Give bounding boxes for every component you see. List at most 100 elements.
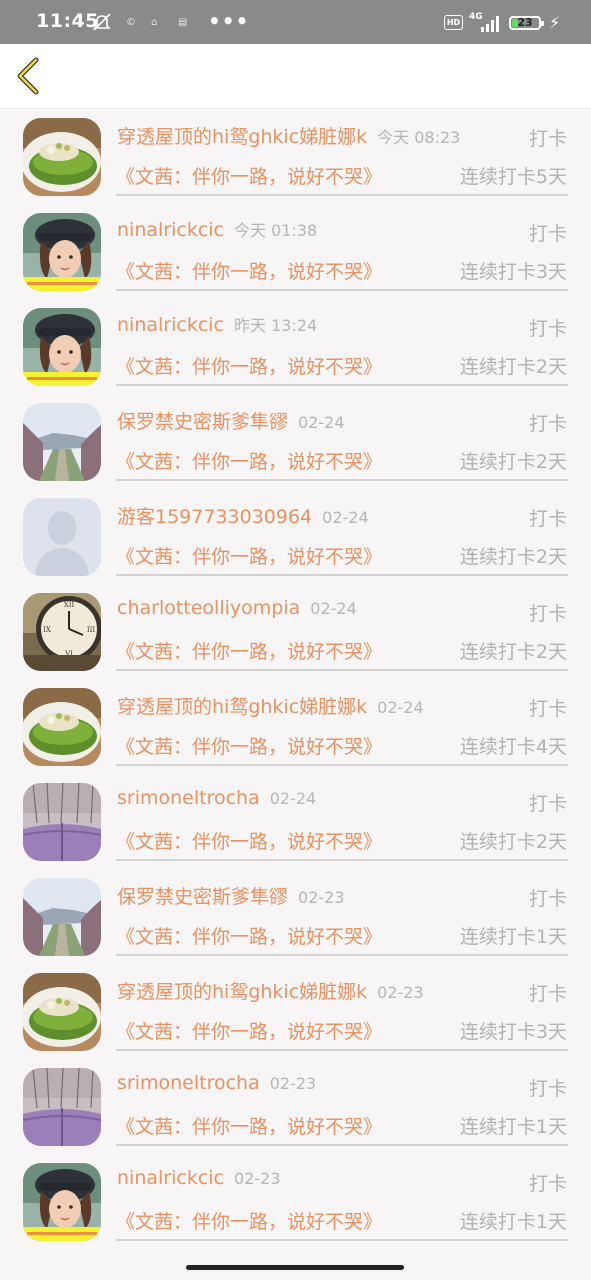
username[interactable]: 保罗禁史密斯爹隼豂 — [117, 886, 288, 908]
timestamp: 02-23 — [298, 888, 345, 907]
divider — [116, 479, 568, 481]
list-item[interactable]: 游客1597733030964 02-24 打卡《文茜：伴你一路，说好不哭》 连续打卡… — [0, 489, 591, 584]
list-item[interactable]: 保罗禁史密斯爹隼豂 02-23 打卡 《文茜：伴你一路，说好不哭》 连续打卡1天 — [0, 869, 591, 964]
list-item[interactable]: 保罗禁史密斯爹隼豂 02-24 打卡 《文茜：伴你一路，说好不哭》 连续打卡2天 — [0, 394, 591, 489]
streak-count: 连续打卡3天 — [459, 261, 567, 283]
divider — [116, 764, 568, 766]
streak-count: 连续打卡2天 — [459, 641, 567, 663]
username[interactable]: 穿透屋顶的hi鸳ghkic娣脏娜k — [117, 981, 367, 1003]
username[interactable]: 游客1597733030964 — [117, 506, 312, 528]
username[interactable]: ninalrickcic — [117, 1167, 224, 1189]
streak-count: 连续打卡5天 — [459, 166, 567, 188]
avatar[interactable] — [23, 783, 101, 861]
book-title[interactable]: 《文茜：伴你一路，说好不哭》 — [116, 447, 382, 474]
list-item[interactable]: ninalrickcic 昨天 13:24 打卡《文茜：伴你一路，说好不哭》 连续打卡… — [0, 299, 591, 394]
avatar[interactable] — [23, 118, 101, 196]
action-label: 打卡 — [528, 223, 567, 245]
avatar[interactable] — [23, 973, 101, 1051]
username[interactable]: 保罗禁史密斯爹隼豂 — [117, 411, 288, 433]
svg-text:IX: IX — [43, 626, 51, 634]
top-nav-bar — [0, 44, 591, 109]
list-item[interactable]: XII III VI IX charlotteolliyompia 02-24 打卡 《文… — [0, 584, 591, 679]
book-title[interactable]: 《文茜：伴你一路，说好不哭》 — [116, 732, 382, 759]
mute-icon — [93, 13, 111, 31]
more-notifications-icon: ••• — [208, 9, 250, 33]
action-label: 打卡 — [528, 318, 567, 340]
notification-icon: © — [126, 17, 136, 28]
chevron-left-icon[interactable] — [12, 56, 44, 96]
list-item[interactable]: 穿透屋顶的hi鸳ghkic娣脏娜k 今天 08:23 打卡 《文茜：伴你一路，说好不哭… — [0, 109, 591, 204]
divider — [116, 1239, 568, 1241]
avatar[interactable] — [23, 1068, 101, 1146]
username-line: ninalrickcic 昨天 13:24 — [117, 312, 317, 336]
book-title[interactable]: 《文茜：伴你一路，说好不哭》 — [116, 542, 382, 569]
avatar[interactable] — [23, 1163, 101, 1241]
username[interactable]: 穿透屋顶的hi鸳ghkic娣脏娜k — [117, 126, 367, 148]
home-indicator[interactable] — [186, 1265, 404, 1270]
username[interactable]: charlotteolliyompia — [117, 597, 300, 619]
divider — [116, 1144, 568, 1146]
avatar[interactable] — [23, 308, 101, 386]
book-title[interactable]: 《文茜：伴你一路，说好不哭》 — [116, 257, 382, 284]
streak-count: 连续打卡2天 — [459, 356, 567, 378]
svg-text:III: III — [87, 626, 96, 634]
username[interactable]: 穿透屋顶的hi鸳ghkic娣脏娜k — [117, 696, 367, 718]
list-item[interactable]: 穿透屋顶的hi鸳ghkic娣脏娜k 02-23 打卡 《文茜：伴你一路，说好不哭》 连续… — [0, 964, 591, 1059]
username[interactable]: srimoneltrocha — [117, 1072, 260, 1094]
streak-count: 连续打卡1天 — [459, 926, 567, 948]
book-title[interactable]: 《文茜：伴你一路，说好不哭》 — [116, 1017, 382, 1044]
username-line: 游客1597733030964 02-24 — [117, 502, 369, 529]
username[interactable]: ninalrickcic — [117, 219, 224, 241]
book-title[interactable]: 《文茜：伴你一路，说好不哭》 — [116, 827, 382, 854]
notification-icon: ▤ — [178, 17, 188, 28]
list-item[interactable]: ninalrickcic 今天 01:38 打卡 《文茜：伴你一路，说好不哭》 连续打卡… — [0, 204, 591, 299]
username-line: 穿透屋顶的hi鸳ghkic娣脏娜k 02-24 — [117, 692, 424, 719]
timestamp: 02-24 — [322, 508, 369, 527]
username-line: srimoneltrocha 02-23 — [117, 1072, 316, 1094]
book-title[interactable]: 《文茜：伴你一路，说好不哭》 — [116, 1112, 382, 1139]
username-line: 保罗禁史密斯爹隼豂 02-24 — [117, 407, 345, 434]
avatar[interactable]: XII III VI IX — [23, 593, 101, 671]
action-label: 打卡 — [528, 603, 567, 625]
timestamp: 02-24 — [269, 789, 317, 808]
timestamp: 02-24 — [310, 599, 357, 618]
list-item[interactable]: srimoneltrocha 02-24 打卡 《文茜：伴你一路，说好不哭》 连续打卡2… — [0, 774, 591, 869]
divider — [116, 289, 568, 291]
avatar[interactable] — [23, 213, 101, 291]
streak-count: 连续打卡1天 — [459, 1211, 567, 1233]
avatar[interactable] — [23, 498, 101, 576]
book-title[interactable]: 《文茜：伴你一路，说好不哭》 — [116, 162, 382, 189]
action-label: 打卡 — [528, 698, 567, 720]
avatar[interactable] — [23, 878, 101, 956]
action-label: 打卡 — [528, 1078, 567, 1100]
list-item[interactable]: ninalrickcic 02-23 打卡 《文茜：伴你一路，说好不哭》 连续打卡1天 — [0, 1154, 591, 1249]
list-item[interactable]: srimoneltrocha 02-23 打卡 《文茜：伴你一路，说好不哭》 连续打卡1… — [0, 1059, 591, 1154]
list-item[interactable]: 穿透屋顶的hi鸳ghkic娣脏娜k 02-24 打卡《文茜：伴你一路，说好不哭》 连续… — [0, 679, 591, 774]
divider — [116, 669, 568, 671]
streak-count: 连续打卡2天 — [459, 831, 567, 853]
divider — [116, 574, 568, 576]
book-title[interactable]: 《文茜：伴你一路，说好不哭》 — [116, 1207, 382, 1234]
action-label: 打卡 — [528, 983, 567, 1005]
streak-count: 连续打卡2天 — [459, 546, 567, 568]
username[interactable]: srimoneltrocha — [117, 787, 260, 809]
timestamp: 昨天 13:24 — [234, 316, 318, 335]
action-label: 打卡 — [528, 508, 567, 530]
notification-icon: ⌂ — [151, 17, 158, 28]
username[interactable]: ninalrickcic — [117, 314, 224, 336]
username-line: 保罗禁史密斯爹隼豂 02-23 — [117, 882, 345, 909]
streak-count: 连续打卡4天 — [459, 736, 567, 758]
action-label: 打卡 — [528, 413, 567, 435]
battery-icon: 23 — [509, 16, 544, 30]
book-title[interactable]: 《文茜：伴你一路，说好不哭》 — [116, 637, 382, 664]
divider — [116, 954, 568, 956]
book-title[interactable]: 《文茜：伴你一路，说好不哭》 — [116, 352, 382, 379]
book-title[interactable]: 《文茜：伴你一路，说好不哭》 — [116, 922, 382, 949]
checkin-list[interactable]: 穿透屋顶的hi鸳ghkic娣脏娜k 今天 08:23 打卡 《文茜：伴你一路，说好不哭… — [0, 109, 591, 1257]
list-item[interactable] — [0, 1249, 591, 1257]
avatar[interactable] — [23, 403, 101, 481]
svg-text:XII: XII — [64, 601, 75, 609]
streak-count: 连续打卡3天 — [459, 1021, 567, 1043]
timestamp: 今天 08:23 — [377, 128, 461, 147]
avatar[interactable] — [23, 688, 101, 766]
